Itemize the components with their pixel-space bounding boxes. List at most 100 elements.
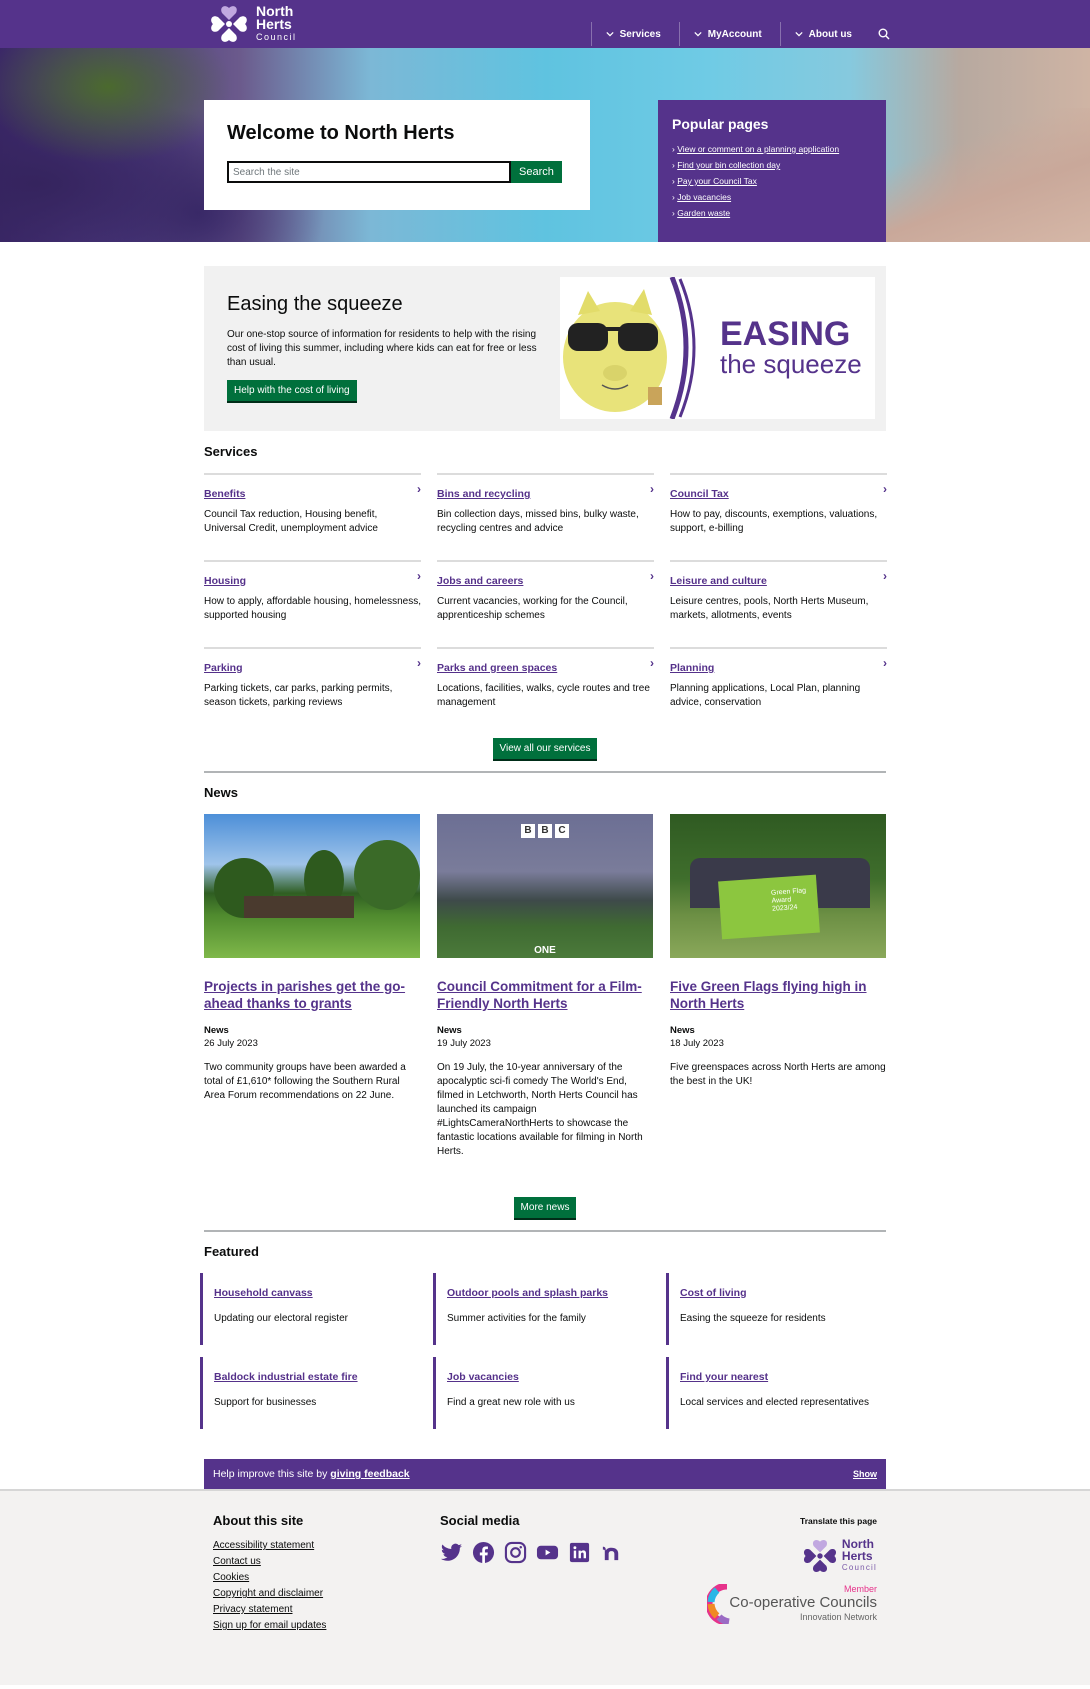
cost-of-living-button[interactable]: Help with the cost of living: [227, 380, 357, 401]
footer-about-title: About this site: [213, 1513, 304, 1528]
featured-item: Find your nearest Local services and elec…: [666, 1357, 882, 1429]
nav-services-label: Services: [619, 28, 661, 40]
nav-search-button[interactable]: [870, 22, 890, 46]
news-title-link[interactable]: Five Green Flags flying high in North He…: [670, 979, 867, 1011]
service-item[interactable]: Bins and recycling › Bin collection days, …: [437, 473, 654, 560]
nextdoor-icon[interactable]: [600, 1541, 623, 1564]
feedback-show-link[interactable]: Show: [853, 1469, 877, 1479]
footer-link[interactable]: Copyright and disclaimer: [213, 1588, 323, 1599]
news-title-link[interactable]: Council Commitment for a Film-Friendly N…: [437, 979, 642, 1011]
search-icon: [878, 28, 890, 40]
featured-desc: Support for businesses: [214, 1397, 317, 1408]
translate-link[interactable]: Translate this page: [707, 1516, 877, 1526]
featured-heading: Featured: [204, 1244, 259, 1259]
featured-desc: Easing the squeeze for residents: [680, 1313, 826, 1324]
instagram-icon[interactable]: [504, 1541, 527, 1564]
popular-link[interactable]: Pay your Council Tax: [677, 176, 757, 186]
services-heading: Services: [204, 444, 258, 459]
popular-link[interactable]: View or comment on a planning applicatio…: [677, 144, 839, 154]
footer-council-logo: North Herts Council: [707, 1538, 877, 1574]
chevron-right-icon: ›: [883, 482, 887, 496]
service-link[interactable]: Planning: [670, 662, 714, 674]
news-type: News: [204, 1025, 229, 1036]
service-link[interactable]: Council Tax: [670, 488, 729, 500]
service-item[interactable]: Leisure and culture › Leisure centres, poo…: [670, 560, 887, 647]
featured-link[interactable]: Outdoor pools and splash parks: [447, 1287, 608, 1299]
bbc-one-label: ONE: [534, 945, 556, 956]
featured-link[interactable]: Household canvass: [214, 1287, 313, 1299]
news-card: Projects in parishes get the go-ahead th…: [204, 814, 420, 1159]
chevron-down-icon: [694, 31, 702, 37]
twitter-icon[interactable]: [440, 1541, 463, 1564]
popular-item: › View or comment on a planning applicat…: [672, 144, 840, 154]
chevron-right-icon: ›: [650, 656, 654, 670]
service-link[interactable]: Housing: [204, 575, 246, 587]
view-all-services-button[interactable]: View all our services: [492, 738, 598, 759]
nav-about[interactable]: About us: [779, 22, 870, 46]
site-search-input[interactable]: [227, 161, 511, 183]
facebook-icon[interactable]: [472, 1541, 495, 1564]
chevron-right-icon: ›: [650, 569, 654, 583]
service-link[interactable]: Parks and green spaces: [437, 662, 557, 674]
linkedin-icon[interactable]: [568, 1541, 591, 1564]
service-desc: How to pay, discounts, exemptions, valua…: [670, 509, 878, 534]
feedback-banner: Help improve this site by giving feedbac…: [204, 1459, 886, 1489]
chevron-right-icon: ›: [417, 656, 421, 670]
service-item[interactable]: Council Tax › How to pay, discounts, exemp…: [670, 473, 887, 560]
footer-link[interactable]: Sign up for email updates: [213, 1620, 326, 1631]
featured-link[interactable]: Cost of living: [680, 1287, 747, 1299]
news-date: 26 July 2023: [204, 1038, 258, 1049]
service-item[interactable]: Planning › Planning applications, Local Pl…: [670, 647, 887, 734]
nav-services[interactable]: Services: [590, 22, 679, 46]
footer-link[interactable]: Accessibility statement: [213, 1540, 314, 1551]
service-item[interactable]: Parking › Parking tickets, car parks, park…: [204, 647, 421, 734]
popular-link[interactable]: Garden waste: [677, 208, 730, 218]
featured-item: Household canvass Updating our electoral …: [200, 1273, 416, 1345]
popular-link[interactable]: Job vacancies: [677, 192, 731, 202]
site-search-button[interactable]: Search: [511, 161, 562, 183]
youtube-icon[interactable]: [536, 1541, 559, 1564]
logo-line3: Council: [256, 31, 297, 42]
service-link[interactable]: Leisure and culture: [670, 575, 767, 587]
news-title-link[interactable]: Projects in parishes get the go-ahead th…: [204, 979, 405, 1011]
feedback-link[interactable]: giving feedback: [330, 1468, 409, 1480]
service-link[interactable]: Jobs and careers: [437, 575, 523, 587]
chevron-down-icon: [795, 31, 803, 37]
footer-social-title: Social media: [440, 1513, 520, 1528]
footer-link[interactable]: Contact us: [213, 1556, 261, 1567]
feedback-text: Help improve this site by: [213, 1468, 331, 1480]
popular-link[interactable]: Find your bin collection day: [677, 160, 780, 170]
footer-link[interactable]: Privacy statement: [213, 1604, 292, 1615]
flower-logo-icon: [211, 6, 247, 42]
easing-promo: Easing the squeeze Our one-stop source o…: [204, 266, 886, 431]
logo-line2: Herts: [256, 15, 292, 32]
service-item[interactable]: Parks and green spaces › Locations, facili…: [437, 647, 654, 734]
news-image[interactable]: B B C ONE: [437, 814, 653, 958]
featured-grid: Household canvass Updating our electoral …: [200, 1273, 886, 1429]
service-link[interactable]: Benefits: [204, 488, 245, 500]
service-item[interactable]: Jobs and careers › Current vacancies, work…: [437, 560, 654, 647]
divider: [204, 771, 886, 773]
footer-link[interactable]: Cookies: [213, 1572, 249, 1583]
service-item[interactable]: Housing › How to apply, affordable housing…: [204, 560, 421, 647]
service-item[interactable]: Benefits › Council Tax reduction, Housing …: [204, 473, 421, 560]
service-link[interactable]: Bins and recycling: [437, 488, 530, 500]
featured-link[interactable]: Find your nearest: [680, 1371, 768, 1383]
featured-item: Outdoor pools and splash parks Summer act…: [433, 1273, 649, 1345]
coop-name: Co-operative Councils: [729, 1594, 877, 1611]
nav-myaccount[interactable]: MyAccount: [678, 22, 780, 46]
more-news-button[interactable]: More news: [513, 1197, 577, 1218]
service-desc: Current vacancies, working for the Counc…: [437, 596, 628, 621]
featured-link[interactable]: Job vacancies: [447, 1371, 519, 1383]
popular-pages: Popular pages › View or comment on a pla…: [658, 100, 886, 242]
council-logo[interactable]: North Herts Council: [208, 4, 297, 44]
coop-member: Member: [843, 1584, 877, 1594]
hero-banner: Welcome to North Herts Search Popular pa…: [0, 48, 1090, 242]
featured-link[interactable]: Baldock industrial estate fire: [214, 1371, 358, 1383]
service-link[interactable]: Parking: [204, 662, 243, 674]
news-date: 19 July 2023: [437, 1038, 491, 1049]
easing-body: Our one-stop source of information for r…: [227, 329, 537, 368]
news-image[interactable]: Green Flag Award 2023/24: [670, 814, 886, 958]
news-grid: Projects in parishes get the go-ahead th…: [204, 814, 886, 1159]
news-image[interactable]: [204, 814, 420, 958]
